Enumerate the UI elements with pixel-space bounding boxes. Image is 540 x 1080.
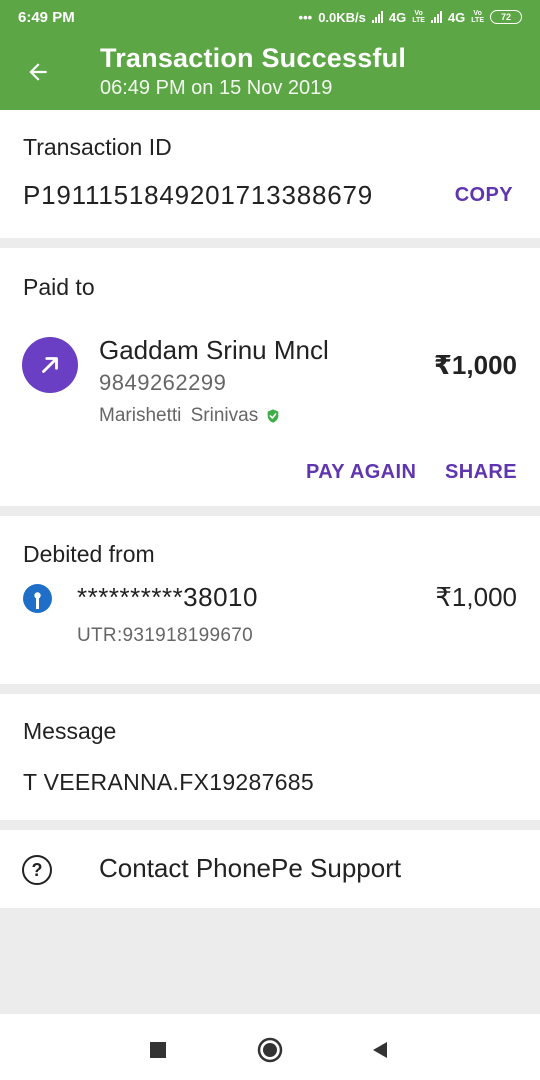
bank-logo-mark (34, 592, 41, 609)
status-indicators: ••• 0.0KB/s 4G Vo LTE 4G Vo LTE 72 (299, 10, 522, 25)
support-row[interactable]: ? Contact PhonePe Support (0, 830, 540, 908)
volte-icon: Vo LTE (412, 10, 425, 24)
paid-to-card: Paid to Gaddam Srinu Mncl 9849262299 Mar… (0, 248, 540, 506)
debit-amount: ₹1,000 (435, 582, 517, 612)
page-title: Transaction Successful (100, 43, 407, 73)
transaction-id-value: P1911151849201713388679 (23, 180, 374, 210)
app-header: Transaction Successful 06:49 PM on 15 No… (0, 34, 540, 110)
help-circle-icon: ? (22, 855, 52, 885)
arrow-up-right-icon (42, 357, 58, 373)
paid-amount: ₹1,000 (433, 350, 517, 380)
network-type-1: 4G (388, 9, 407, 25)
square-icon (150, 1042, 166, 1058)
recents-button[interactable] (142, 1034, 174, 1066)
volte-icon: Vo LTE (471, 10, 484, 24)
message-label: Message (23, 718, 117, 744)
network-type-2: 4G (447, 9, 466, 25)
signal-icon (371, 11, 383, 23)
share-button[interactable]: SHARE (445, 461, 517, 484)
utr-number: UTR:931918199670 (77, 625, 253, 646)
contact-support-link[interactable]: Contact PhonePe Support (99, 853, 401, 884)
payee-name: Gaddam Srinu Mncl (99, 335, 329, 365)
transaction-id-label: Transaction ID (23, 134, 172, 160)
message-text: T VEERANNA.FX19287685 (23, 769, 314, 795)
triangle-back-icon (373, 1042, 387, 1058)
debit-account-number: **********38010 (77, 582, 258, 612)
payee-phone: 9849262299 (99, 370, 227, 395)
back-button[interactable] (22, 56, 54, 88)
verified-shield-icon (267, 409, 279, 423)
back-nav-button[interactable] (364, 1034, 396, 1066)
battery-icon: 72 (490, 10, 522, 24)
system-nav-bar (0, 1014, 540, 1080)
debited-from-label: Debited from (23, 541, 155, 567)
bank-logo-icon (23, 584, 52, 613)
pay-again-button[interactable]: PAY AGAIN (306, 461, 416, 484)
page-subtitle: 06:49 PM on 15 Nov 2019 (100, 77, 333, 99)
status-time: 6:49 PM (18, 8, 75, 26)
payee-bank-label: Marishetti Srinivas (99, 405, 259, 426)
payee-avatar (22, 337, 78, 393)
transaction-card: Transaction ID P1911151849201713388679 C… (0, 110, 540, 238)
network-speed: 0.0KB/s (318, 9, 366, 25)
signal-icon (430, 11, 442, 23)
home-button[interactable] (254, 1034, 286, 1066)
dots-icon: ••• (298, 9, 313, 25)
status-bar: 6:49 PM ••• 0.0KB/s 4G Vo LTE 4G Vo LTE 72 (0, 0, 540, 34)
debited-from-card: Debited from **********38010 ₹1,000 UTR:… (0, 516, 540, 684)
circle-home-icon (257, 1037, 283, 1063)
arrow-left-icon (29, 63, 47, 81)
message-card: Message T VEERANNA.FX19287685 (0, 694, 540, 820)
paid-to-label: Paid to (23, 274, 95, 300)
battery-level: 72 (500, 12, 511, 22)
payee-bank-name: Marishetti Srinivas (99, 405, 281, 427)
copy-button[interactable]: COPY (455, 184, 513, 207)
